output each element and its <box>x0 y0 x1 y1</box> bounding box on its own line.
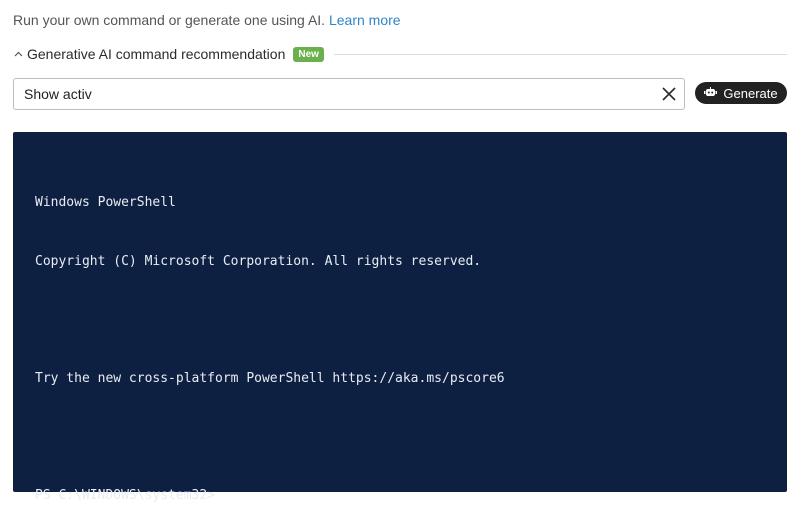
terminal-prompt: PS C:\WINDOWS\system32> <box>35 487 216 503</box>
section-divider <box>333 53 787 55</box>
section-title: Generative AI command recommendation <box>27 46 286 62</box>
ai-prompt-field[interactable] <box>13 78 685 110</box>
powershell-terminal[interactable]: Windows PowerShell Copyright (C) Microso… <box>13 132 787 503</box>
intro-description: Run your own command or generate one usi… <box>13 12 326 28</box>
chevron-up-icon[interactable] <box>13 49 23 59</box>
clear-icon[interactable] <box>654 79 684 109</box>
ai-prompt-input[interactable] <box>14 79 654 109</box>
terminal-line: Copyright (C) Microsoft Corporation. All… <box>35 253 482 269</box>
robot-icon <box>704 86 718 101</box>
terminal-line: Try the new cross-platform PowerShell ht… <box>35 370 505 386</box>
intro-text: Run your own command or generate one usi… <box>13 12 401 28</box>
ai-section-header[interactable]: Generative AI command recommendation New <box>13 45 787 63</box>
generate-label: Generate <box>723 85 778 101</box>
new-badge: New <box>293 46 324 62</box>
generate-button[interactable]: Generate <box>695 82 787 104</box>
terminal-line: Windows PowerShell <box>35 195 176 210</box>
learn-more-link[interactable]: Learn more <box>329 12 401 28</box>
